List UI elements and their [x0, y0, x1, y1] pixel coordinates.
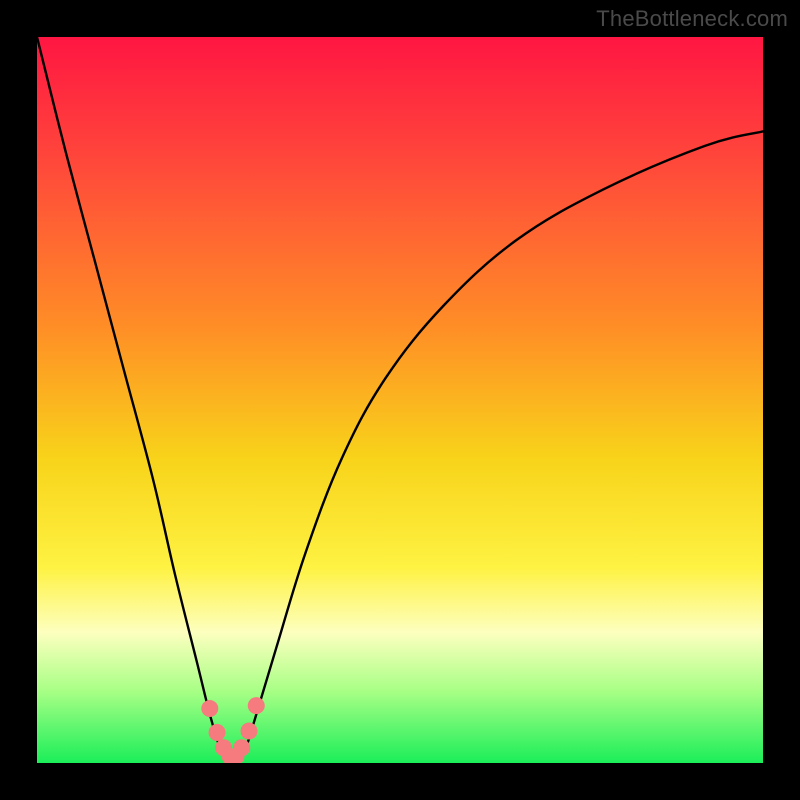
highlight-markers — [37, 37, 763, 763]
plot-area — [37, 37, 763, 763]
watermark-label: TheBottleneck.com — [596, 6, 788, 32]
curve-marker — [201, 700, 218, 717]
chart-frame: TheBottleneck.com — [0, 0, 800, 800]
curve-marker — [248, 697, 265, 714]
curve-marker — [233, 739, 250, 756]
curve-marker — [209, 724, 226, 741]
curve-marker — [240, 723, 257, 740]
